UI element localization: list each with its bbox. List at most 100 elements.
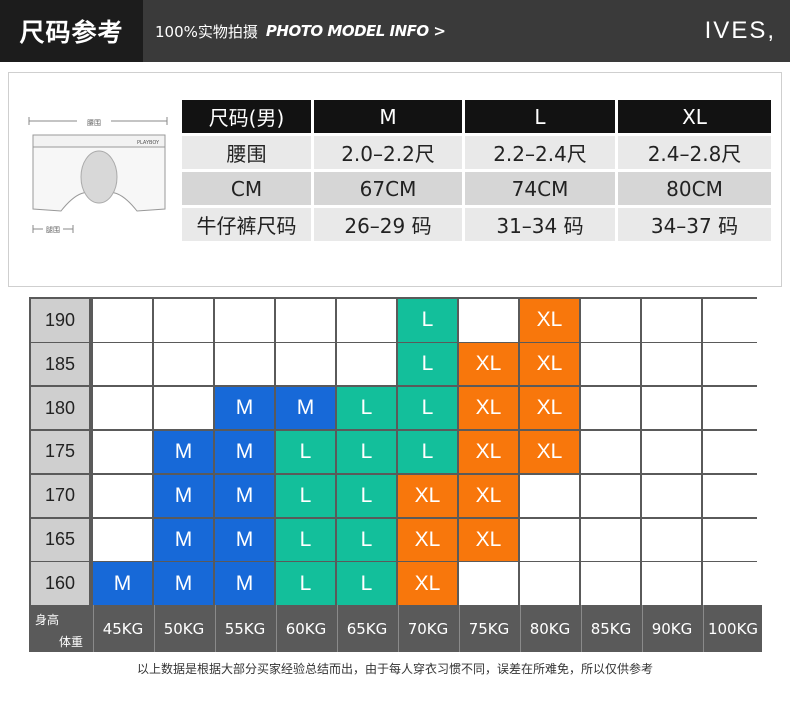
size-cell-m: M <box>215 430 274 474</box>
brand-name: IVES, <box>704 17 776 44</box>
empty-cell <box>276 342 335 386</box>
size-table-cell: 31–34 码 <box>465 208 615 241</box>
size-table-cell: M <box>314 100 462 133</box>
weight-label: 50KG <box>154 605 213 652</box>
size-cell-xl: XL <box>398 518 457 561</box>
size-table-row: 牛仔裤尺码 26–29 码 31–34 码 34–37 码 <box>182 208 774 241</box>
empty-cell <box>337 342 396 386</box>
subtitle-cn: 100%实物拍摄 <box>155 22 258 41</box>
size-cell-xl: XL <box>398 562 457 605</box>
photo-model-info-link[interactable]: PHOTO MODEL INFO > <box>266 22 446 40</box>
size-cell-l: L <box>276 518 335 561</box>
empty-cell <box>642 518 701 561</box>
empty-cell <box>520 518 579 561</box>
size-table-cell: XL <box>618 100 771 133</box>
empty-cell <box>703 299 762 342</box>
size-cell-m: M <box>215 518 274 561</box>
size-cell-xl: XL <box>520 342 579 386</box>
empty-cell <box>459 299 518 342</box>
size-cell-m: M <box>154 430 213 474</box>
empty-cell <box>337 299 396 342</box>
height-label: 185 <box>31 342 89 386</box>
size-table-row: CM 67CM 74CM 80CM <box>182 172 774 205</box>
empty-cell <box>642 386 701 430</box>
empty-cell <box>93 386 152 430</box>
header-subtitle: 100%实物拍摄 PHOTO MODEL INFO > <box>155 0 446 62</box>
size-cell-l: L <box>398 430 457 474</box>
size-cell-m: M <box>215 562 274 605</box>
empty-cell <box>642 342 701 386</box>
size-cell-xl: XL <box>459 342 518 386</box>
size-cell-xl: XL <box>398 474 457 518</box>
size-cell-l: L <box>337 386 396 430</box>
page-title: 尺码参考 <box>0 0 143 62</box>
size-cell-m: M <box>154 474 213 518</box>
empty-cell <box>642 562 701 605</box>
size-grid: 190 L XL 185 L XL XL 180 M M L L XL XL 175 M M L L L XL XL 170… <box>29 297 762 652</box>
size-table-row: 腰围 2.0–2.2尺 2.2–2.4尺 2.4–2.8尺 <box>182 136 774 169</box>
size-table-cell: 腰围 <box>182 136 311 169</box>
empty-cell <box>581 430 640 474</box>
size-cell-xl: XL <box>520 299 579 342</box>
empty-cell <box>703 342 762 386</box>
size-cell-xl: XL <box>459 430 518 474</box>
empty-cell <box>93 518 152 561</box>
weight-label: 75KG <box>459 605 518 652</box>
size-cell-xl: XL <box>459 386 518 430</box>
height-axis-label: 身高 <box>35 613 60 628</box>
size-cell-m: M <box>93 562 152 605</box>
weight-label: 65KG <box>337 605 396 652</box>
empty-cell <box>93 474 152 518</box>
height-label: 175 <box>31 430 89 474</box>
size-table-cell: 2.0–2.2尺 <box>314 136 462 169</box>
size-cell-m: M <box>154 562 213 605</box>
empty-cell <box>642 430 701 474</box>
size-table-cell: L <box>465 100 615 133</box>
size-table-cell: 80CM <box>618 172 771 205</box>
size-table-header: 尺码(男) M L XL <box>182 100 774 133</box>
height-label: 170 <box>31 474 89 518</box>
size-cell-xl: XL <box>520 430 579 474</box>
size-cell-xl: XL <box>520 386 579 430</box>
header-bar: 尺码参考 100%实物拍摄 PHOTO MODEL INFO > IVES, <box>0 0 790 62</box>
height-label: 190 <box>31 299 89 342</box>
size-cell-m: M <box>276 386 335 430</box>
empty-cell <box>276 299 335 342</box>
size-table-cell: 牛仔裤尺码 <box>182 208 311 241</box>
size-cell-m: M <box>154 518 213 561</box>
empty-cell <box>642 474 701 518</box>
leg-label: 腿围 <box>46 226 60 234</box>
weight-label: 100KG <box>703 605 762 652</box>
height-label: 165 <box>31 518 89 561</box>
size-table: 尺码(男) M L XL 腰围 2.0–2.2尺 2.2–2.4尺 2.4–2.8尺 CM 67C… <box>182 100 774 244</box>
size-cell-l: L <box>337 430 396 474</box>
size-info-panel: 腰围 PLAYBOY 腿围 尺码(男) M L XL 腰围 2.0–2.2尺 2.2–2.4… <box>8 72 782 287</box>
weight-label: 70KG <box>398 605 457 652</box>
weight-label: 80KG <box>520 605 579 652</box>
empty-cell <box>520 474 579 518</box>
weight-label: 85KG <box>581 605 640 652</box>
size-cell-l: L <box>398 299 457 342</box>
empty-cell <box>93 299 152 342</box>
size-cell-l: L <box>398 342 457 386</box>
empty-cell <box>703 562 762 605</box>
empty-cell <box>581 299 640 342</box>
size-cell-xl: XL <box>459 518 518 561</box>
empty-cell <box>703 518 762 561</box>
size-table-cell: 26–29 码 <box>314 208 462 241</box>
empty-cell <box>93 342 152 386</box>
empty-cell <box>703 430 762 474</box>
empty-cell <box>703 474 762 518</box>
size-table-cell: 67CM <box>314 172 462 205</box>
weight-label: 60KG <box>276 605 335 652</box>
empty-cell <box>581 518 640 561</box>
size-cell-m: M <box>215 474 274 518</box>
size-table-cell: 74CM <box>465 172 615 205</box>
size-cell-m: M <box>215 386 274 430</box>
disclaimer-text: 以上数据是根据大部分买家经验总结而出，由于每人穿衣习惯不同，误差在所难免，所以仅… <box>136 662 653 676</box>
empty-cell <box>581 562 640 605</box>
empty-cell <box>154 299 213 342</box>
size-table-cell: 2.4–2.8尺 <box>618 136 771 169</box>
size-table-cell: 2.2–2.4尺 <box>465 136 615 169</box>
empty-cell <box>520 562 579 605</box>
